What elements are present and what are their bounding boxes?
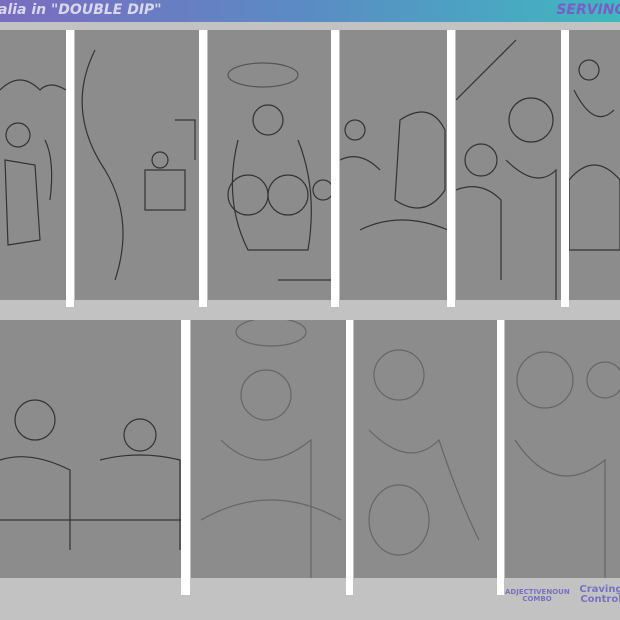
comic-panel-3 [208,30,331,300]
gutter [181,320,190,595]
comic-panel-2 [75,30,199,300]
header-right-text: SERVING [556,2,620,18]
gutter [66,30,74,307]
comic-panel-6 [569,30,620,300]
comic-title: alia in "DOUBLE DIP" [0,2,162,18]
adjectivenoun-combo-logo: ADJECTIVENOUN COMBO [505,588,570,603]
comic-panel-7 [0,320,181,578]
comic-panel-1 [0,30,66,300]
gutter [346,320,353,595]
gutter [561,30,569,307]
comic-panel-10 [505,320,620,578]
comic-panel-9 [354,320,497,578]
comic-panel-5 [456,30,561,300]
header-banner: alia in "DOUBLE DIP" SERVING [0,0,620,22]
gutter [447,30,455,307]
craving-control-logo: Craving Control [579,584,620,605]
comic-panel-8 [191,320,346,578]
gutter [199,30,207,307]
gutter [497,320,504,595]
comic-panel-4 [340,30,448,300]
gutter [331,30,339,307]
